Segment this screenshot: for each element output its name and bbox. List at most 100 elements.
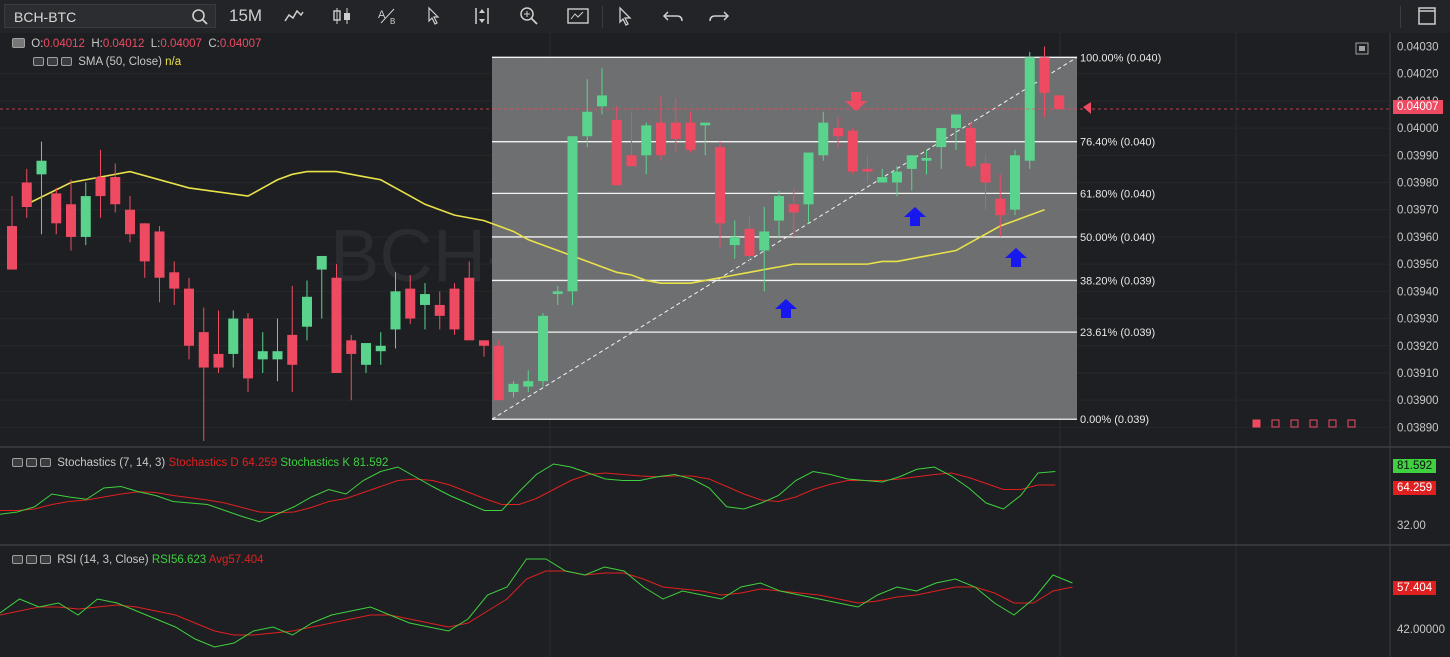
settings-icon[interactable] — [47, 57, 58, 66]
candle-body — [434, 304, 445, 316]
candle-body — [169, 272, 180, 289]
zoom-in-icon[interactable] — [519, 6, 539, 28]
ohlc-legend: O:0.04012 H:0.04012 L:0.04007 C:0.04007 — [12, 38, 261, 50]
candle-body — [641, 125, 652, 156]
close-value: 0.04007 — [219, 38, 262, 50]
fib-level-label: 100.00% (0.040) — [1080, 52, 1161, 64]
remove-icon[interactable] — [61, 57, 72, 66]
fib-level-label: 0.00% (0.039) — [1080, 414, 1149, 426]
candle-body — [493, 345, 504, 401]
line-chart-icon[interactable] — [284, 6, 304, 28]
candle-body — [184, 288, 194, 346]
candle-body — [906, 155, 917, 169]
price-tick-label: 0.03980 — [1397, 177, 1439, 189]
price-tick-label: 0.04020 — [1397, 69, 1439, 81]
symbol-input[interactable]: BCH-BTC — [14, 9, 76, 25]
candle-body — [582, 111, 593, 137]
candle-body — [257, 351, 268, 360]
stoch-k-badge: 81.592 — [1393, 459, 1437, 473]
high-value: 0.04012 — [102, 38, 145, 50]
candle-body — [538, 315, 548, 382]
settings-icon[interactable] — [26, 458, 37, 467]
remove-icon[interactable] — [40, 458, 51, 467]
candle-body — [788, 204, 799, 213]
candle-body — [66, 204, 76, 237]
visibility-icon[interactable] — [12, 458, 23, 467]
candlestick-icon[interactable] — [331, 6, 353, 28]
candle-body — [1010, 155, 1020, 210]
redo-icon[interactable] — [708, 6, 730, 28]
rsi-value: 56.623 — [170, 554, 207, 566]
candle-body — [1039, 57, 1050, 93]
price-tick-label: 0.03960 — [1397, 232, 1439, 244]
remove-icon[interactable] — [40, 555, 51, 564]
fib-level-label: 50.00% (0.040) — [1080, 232, 1155, 244]
candle-body — [95, 177, 106, 197]
visibility-icon[interactable] — [12, 555, 23, 564]
fib-level-label: 76.40% (0.040) — [1080, 137, 1155, 149]
candle-body — [552, 291, 563, 295]
current-price-badge: 0.04007 — [1393, 100, 1443, 114]
candle-body — [375, 345, 386, 352]
stoch-mid-label: 32.00 — [1397, 520, 1426, 532]
candle-body — [21, 182, 32, 207]
rsi-avg-label: Avg — [208, 554, 229, 566]
text-a-b-icon[interactable]: AB — [377, 6, 399, 28]
candle-body — [405, 288, 416, 319]
candle-body — [287, 334, 298, 365]
candle-body — [449, 288, 460, 330]
stoch-legend: Stochastics (7, 14, 3) Stochastics D 64.… — [12, 457, 388, 469]
candle-body — [833, 128, 843, 137]
toolbar-divider — [602, 6, 603, 28]
candle-body — [36, 160, 47, 175]
settings-icon[interactable] — [26, 555, 37, 564]
rsi-legend: RSI (14, 3, Close) RSI56.623 Avg57.404 — [12, 554, 264, 566]
candle-body — [198, 332, 209, 368]
price-tick-label: 0.03950 — [1397, 259, 1439, 271]
candle-body — [597, 95, 607, 107]
candle-body — [670, 122, 681, 139]
candle-body — [567, 136, 578, 292]
interval-selector[interactable]: 15M — [229, 6, 262, 28]
candle-body — [700, 122, 711, 126]
candle-body — [995, 198, 1006, 216]
candle-body — [139, 223, 150, 262]
maximize-icon[interactable] — [1417, 6, 1437, 28]
visibility-icon[interactable] — [33, 57, 44, 66]
page-dot — [1252, 419, 1261, 428]
chart-template-icon[interactable] — [567, 6, 589, 28]
cursor-icon[interactable] — [426, 6, 442, 28]
stoch-k-label: Stochastics K — [280, 457, 351, 469]
stoch-d-badge: 64.259 — [1393, 481, 1437, 495]
candle-body — [965, 128, 976, 167]
candle-body — [243, 318, 253, 379]
candle-body — [361, 343, 371, 365]
symbol-search-box[interactable]: BCH-BTC — [4, 4, 216, 28]
price-tick-label: 0.03930 — [1397, 314, 1439, 326]
expand-vertical-icon[interactable] — [472, 6, 492, 28]
candle-body — [759, 231, 770, 251]
undo-icon[interactable] — [662, 6, 684, 28]
svg-text:B: B — [390, 17, 395, 26]
rsi-label: RSI (14, 3, Close) — [57, 554, 149, 566]
candle-body — [626, 155, 637, 167]
collapse-icon[interactable] — [12, 38, 25, 48]
candle-body — [611, 119, 622, 186]
candle-body — [1054, 95, 1065, 110]
toolbar-divider-right — [1400, 6, 1401, 28]
low-label: L: — [150, 38, 161, 50]
fib-level-label: 61.80% (0.040) — [1080, 188, 1155, 200]
candle-body — [420, 294, 430, 305]
candle-body — [80, 196, 91, 237]
price-tick-label: 0.03900 — [1397, 395, 1439, 407]
candle-body — [803, 152, 814, 205]
stoch-d-value: 64.259 — [241, 457, 278, 469]
search-icon[interactable] — [191, 8, 209, 31]
candle-body — [154, 231, 165, 278]
sma-label: SMA (50, Close) — [78, 56, 162, 68]
fib-level-label: 23.61% (0.039) — [1080, 327, 1155, 339]
pointer-icon[interactable] — [616, 6, 634, 28]
fib-level-label: 38.20% (0.039) — [1080, 275, 1155, 287]
candle-body — [272, 351, 283, 360]
candle-body — [228, 318, 239, 354]
